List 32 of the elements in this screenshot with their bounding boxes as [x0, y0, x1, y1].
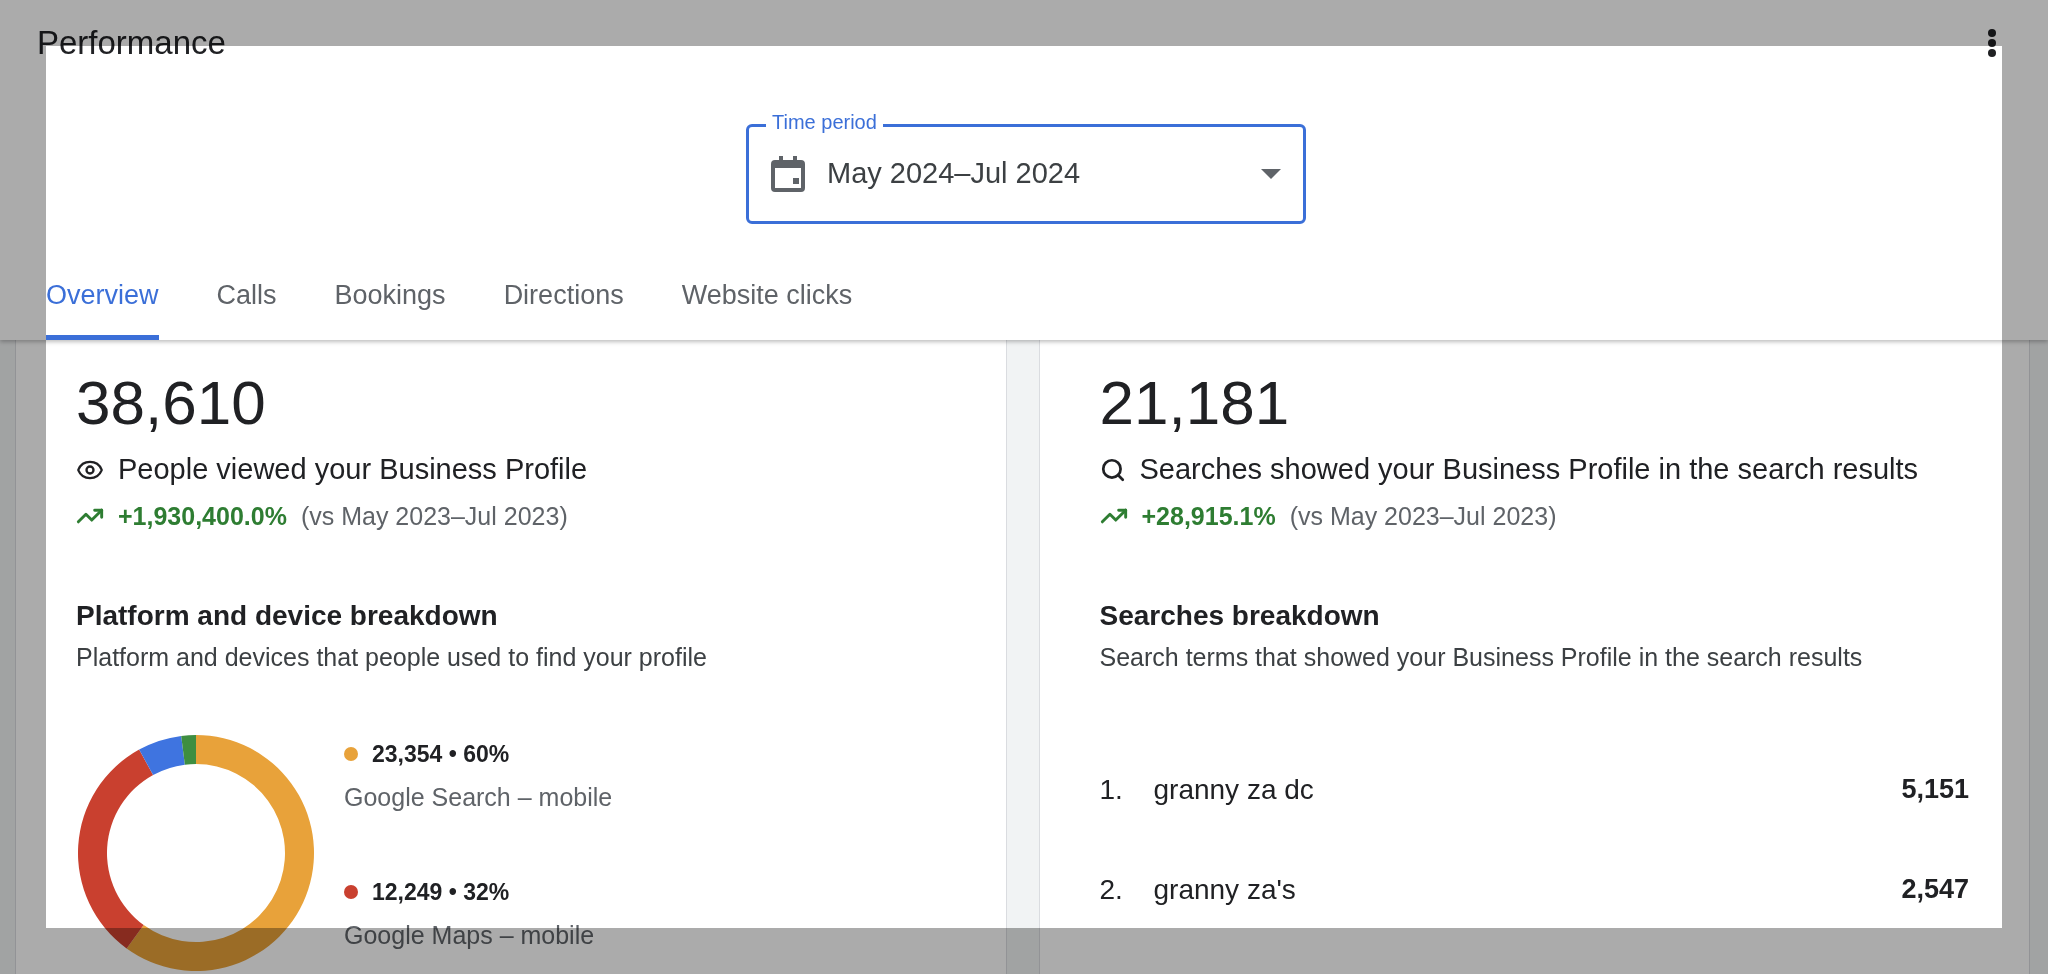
dropdown-caret-icon	[1261, 168, 1281, 179]
time-period-value: May 2024–Jul 2024	[827, 155, 1082, 191]
tab[interactable]: Directions	[503, 256, 624, 340]
search-count: 5,151	[1901, 773, 1969, 807]
section-title: Platform and device breakdown	[76, 599, 499, 633]
tab[interactable]: Bookings	[334, 256, 446, 340]
metric-total: 38,610	[76, 368, 267, 438]
rank-number: 1.	[1099, 772, 1124, 807]
more-options-button[interactable]	[1988, 28, 1996, 57]
more-options-icon	[1988, 28, 1996, 57]
search-icon	[1099, 456, 1126, 483]
change-value: +28,915.1%	[1141, 500, 1276, 532]
search-count: 2,547	[1901, 873, 1969, 907]
change-value: +1,930,400.0%	[118, 500, 287, 532]
search-term: granny za's	[1153, 872, 1297, 907]
metric-caption: People viewed your Business Profile	[118, 452, 588, 487]
legend-value: 23,354 • 60%	[372, 739, 510, 769]
section-title: Searches breakdown	[1099, 599, 1381, 633]
tab[interactable]: Website clicks	[681, 256, 853, 340]
search-term: granny za dc	[1153, 772, 1315, 807]
legend-value: 12,249 • 32%	[372, 877, 510, 907]
tab[interactable]: Calls	[216, 256, 277, 340]
legend-label: Google Search – mobile	[344, 782, 613, 813]
comparison-text: (vs May 2023–Jul 2023)	[300, 500, 568, 532]
metric-caption: Searches showed your Business Profile in the search results	[1139, 452, 1919, 487]
metric-total: 21,181	[1099, 368, 1291, 438]
calendar-icon	[771, 155, 805, 192]
comparison-text: (vs May 2023–Jul 2023)	[1289, 500, 1557, 532]
legend-label: Google Maps – mobile	[344, 920, 596, 951]
section-subtitle: Search terms that showed your Business Profile in the search results	[1099, 642, 1864, 673]
rank-number: 2.	[1099, 872, 1124, 907]
section-subtitle: Platform and devices that people used to find your profile	[76, 642, 708, 673]
